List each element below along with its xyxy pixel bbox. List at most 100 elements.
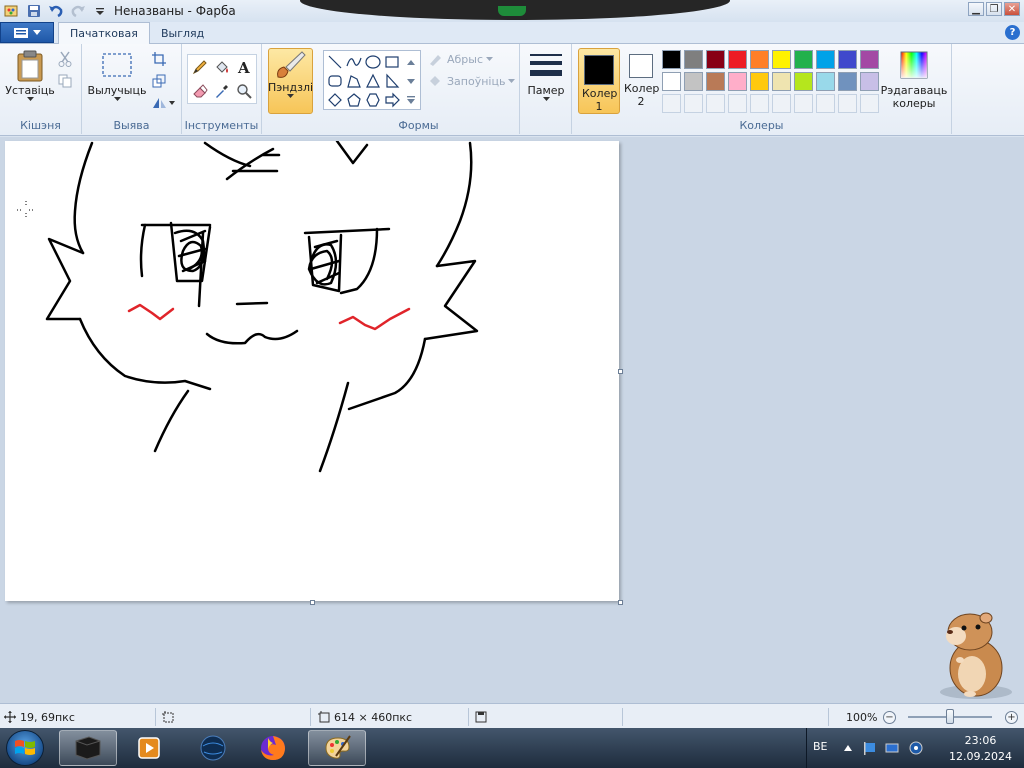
scroll-up-icon[interactable]: [404, 53, 418, 71]
color2-button[interactable]: Колер 2: [622, 48, 660, 114]
custom-color-slot[interactable]: [794, 94, 813, 113]
tab-view[interactable]: Выгляд: [150, 22, 215, 44]
help-icon[interactable]: ?: [1005, 25, 1020, 40]
magnifier-icon[interactable]: [234, 81, 254, 101]
palette-swatch[interactable]: [684, 50, 703, 69]
palette-swatch[interactable]: [816, 72, 835, 91]
scroll-down-icon[interactable]: [404, 72, 418, 90]
fill-bucket-icon[interactable]: [212, 57, 232, 77]
cut-icon[interactable]: [56, 50, 74, 68]
volume-icon[interactable]: [909, 741, 923, 755]
size-button[interactable]: Памер: [524, 52, 568, 102]
paint-menu-button[interactable]: [0, 22, 54, 43]
edit-colors-button[interactable]: Рэдагаваць колеры: [881, 50, 947, 110]
palette-swatch[interactable]: [772, 72, 791, 91]
pentagon-shape-icon[interactable]: [345, 91, 363, 109]
palette-swatch[interactable]: [838, 50, 857, 69]
curve-shape-icon[interactable]: [345, 53, 363, 71]
tab-home[interactable]: Пачатковая: [58, 22, 150, 44]
crop-icon[interactable]: [150, 50, 168, 68]
taskbar-globe[interactable]: [184, 730, 242, 766]
start-button[interactable]: [6, 730, 44, 766]
close-button[interactable]: ✕: [1004, 2, 1020, 16]
rounded-rectangle-shape-icon[interactable]: [326, 72, 344, 90]
custom-color-slot[interactable]: [816, 94, 835, 113]
color1-button[interactable]: Колер 1: [578, 48, 620, 114]
expand-gallery-icon[interactable]: [404, 91, 418, 109]
triangle-shape-icon[interactable]: [364, 72, 382, 90]
resize-handle-right[interactable]: [618, 369, 623, 374]
undo-icon[interactable]: [48, 3, 64, 19]
custom-color-slot[interactable]: [750, 94, 769, 113]
taskbar-media-player[interactable]: [120, 730, 178, 766]
custom-color-slot[interactable]: [728, 94, 747, 113]
palette-swatch[interactable]: [816, 50, 835, 69]
maximize-button[interactable]: ❐: [986, 2, 1002, 16]
palette-swatch[interactable]: [860, 50, 879, 69]
palette-swatch[interactable]: [662, 72, 681, 91]
polygon-shape-icon[interactable]: [345, 72, 363, 90]
line-shape-icon[interactable]: [326, 53, 344, 71]
clock[interactable]: 23:06 12.09.2024: [949, 733, 1012, 765]
drawing-canvas[interactable]: [5, 141, 619, 601]
outline-dropdown[interactable]: Абрыс: [428, 52, 494, 66]
taskbar-paint[interactable]: [308, 730, 366, 766]
resize-handle-corner[interactable]: [618, 600, 623, 605]
hexagon-shape-icon[interactable]: [364, 91, 382, 109]
customize-toolbar-icon[interactable]: [92, 3, 108, 19]
resize-icon[interactable]: [150, 72, 168, 90]
palette-swatch[interactable]: [706, 50, 725, 69]
oval-shape-icon[interactable]: [364, 53, 382, 71]
zoom-in-button[interactable]: +: [1005, 711, 1018, 724]
pencil-icon[interactable]: [190, 57, 210, 77]
custom-color-slot[interactable]: [772, 94, 791, 113]
custom-color-slot[interactable]: [662, 94, 681, 113]
custom-color-slot[interactable]: [860, 94, 879, 113]
palette-swatch[interactable]: [684, 72, 703, 91]
tools-box: A: [187, 54, 257, 104]
palette-swatch[interactable]: [728, 72, 747, 91]
language-indicator[interactable]: BE: [813, 740, 828, 753]
custom-color-slot[interactable]: [838, 94, 857, 113]
rectangle-shape-icon[interactable]: [383, 53, 401, 71]
redo-icon[interactable]: [70, 3, 86, 19]
zoom-out-button[interactable]: −: [883, 711, 896, 724]
copy-icon[interactable]: [56, 72, 74, 90]
quick-access-toolbar: [0, 3, 108, 19]
minimize-button[interactable]: ▁: [968, 2, 984, 16]
fill-dropdown[interactable]: Запоўніць: [428, 74, 516, 88]
palette-swatch[interactable]: [772, 50, 791, 69]
rotate-icon[interactable]: [150, 94, 176, 112]
custom-color-slot[interactable]: [684, 94, 703, 113]
zoom-slider-thumb[interactable]: [946, 709, 954, 724]
palette-swatch[interactable]: [662, 50, 681, 69]
taskbar-firefox[interactable]: [244, 730, 302, 766]
flag-icon[interactable]: [863, 741, 877, 755]
canvas-size: 614 × 460пкс: [318, 708, 412, 726]
save-icon[interactable]: [26, 3, 42, 19]
palette-swatch[interactable]: [750, 72, 769, 91]
right-triangle-shape-icon[interactable]: [383, 72, 401, 90]
palette-swatch[interactable]: [794, 50, 813, 69]
brushes-button[interactable]: Пэндзлі: [268, 48, 313, 114]
taskbar-terminal[interactable]: [59, 730, 117, 766]
text-icon[interactable]: A: [234, 57, 254, 77]
palette-swatch[interactable]: [838, 72, 857, 91]
select-button[interactable]: Вылучыць: [88, 52, 146, 102]
paste-button[interactable]: Уставіць: [5, 50, 55, 102]
arrow-shape-icon[interactable]: [383, 91, 401, 109]
palette-swatch[interactable]: [706, 72, 725, 91]
network-icon[interactable]: [885, 741, 899, 755]
resize-handle-bottom[interactable]: [310, 600, 315, 605]
show-hidden-icons-icon[interactable]: [841, 741, 855, 755]
eraser-icon[interactable]: [190, 81, 210, 101]
color-picker-icon[interactable]: [212, 81, 232, 101]
custom-color-slot[interactable]: [706, 94, 725, 113]
paint-app-icon[interactable]: [4, 3, 20, 19]
group-label-clipboard: Кішэня: [20, 119, 61, 132]
palette-swatch[interactable]: [750, 50, 769, 69]
palette-swatch[interactable]: [860, 72, 879, 91]
diamond-shape-icon[interactable]: [326, 91, 344, 109]
palette-swatch[interactable]: [794, 72, 813, 91]
palette-swatch[interactable]: [728, 50, 747, 69]
